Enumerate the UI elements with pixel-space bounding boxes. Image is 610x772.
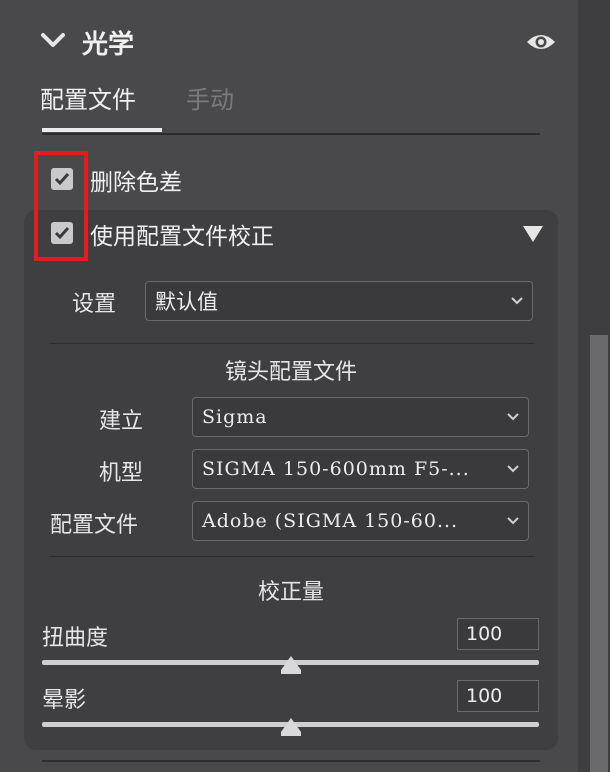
make-select[interactable]: Sigma — [192, 397, 529, 437]
active-tab-indicator — [42, 128, 162, 132]
tab-divider — [42, 133, 540, 135]
eye-icon[interactable] — [525, 30, 557, 54]
chevron-down-icon — [507, 465, 519, 473]
chevron-down-icon — [507, 413, 519, 421]
chevron-down-icon[interactable] — [40, 30, 66, 50]
vignetting-label: 晕影 — [42, 688, 87, 713]
distortion-slider-thumb[interactable] — [281, 656, 301, 674]
model-label: 机型 — [99, 461, 144, 486]
settings-value: 默认值 — [155, 290, 218, 314]
make-label: 建立 — [99, 409, 144, 434]
collapse-triangle-icon[interactable] — [523, 226, 543, 242]
profile-value: Adobe (SIGMA 150-60... — [202, 510, 459, 532]
remove-chromatic-aberration-label[interactable]: 删除色差 — [90, 163, 182, 197]
distortion-input[interactable]: 100 — [457, 618, 539, 650]
divider — [42, 760, 540, 762]
vignetting-value: 100 — [466, 685, 503, 707]
divider — [50, 343, 534, 344]
chevron-down-icon — [507, 517, 519, 525]
tab-manual[interactable]: 手动 — [186, 80, 234, 115]
profile-label: 配置文件 — [50, 513, 139, 538]
scrollbar-thumb[interactable] — [590, 335, 608, 772]
correction-amount-header: 校正量 — [257, 580, 324, 605]
model-select[interactable]: SIGMA 150-600mm F5-... — [192, 449, 529, 489]
vignetting-slider-thumb[interactable] — [281, 718, 301, 736]
divider — [50, 556, 534, 557]
settings-select[interactable]: 默认值 — [145, 281, 533, 321]
distortion-label: 扭曲度 — [42, 626, 109, 651]
tab-profile[interactable]: 配置文件 — [40, 80, 136, 115]
model-value: SIGMA 150-600mm F5-... — [202, 458, 470, 480]
profile-correction-label[interactable]: 使用配置文件校正 — [90, 217, 274, 251]
chevron-down-icon — [511, 297, 523, 305]
profile-select[interactable]: Adobe (SIGMA 150-60... — [192, 501, 529, 541]
vignetting-input[interactable]: 100 — [457, 680, 539, 712]
distortion-value: 100 — [466, 623, 503, 645]
settings-label: 设置 — [72, 292, 117, 317]
checkbox-highlight-box — [34, 151, 88, 261]
section-title: 光学 — [82, 30, 135, 60]
make-value: Sigma — [202, 406, 268, 428]
lens-profile-header: 镜头配置文件 — [224, 360, 357, 385]
